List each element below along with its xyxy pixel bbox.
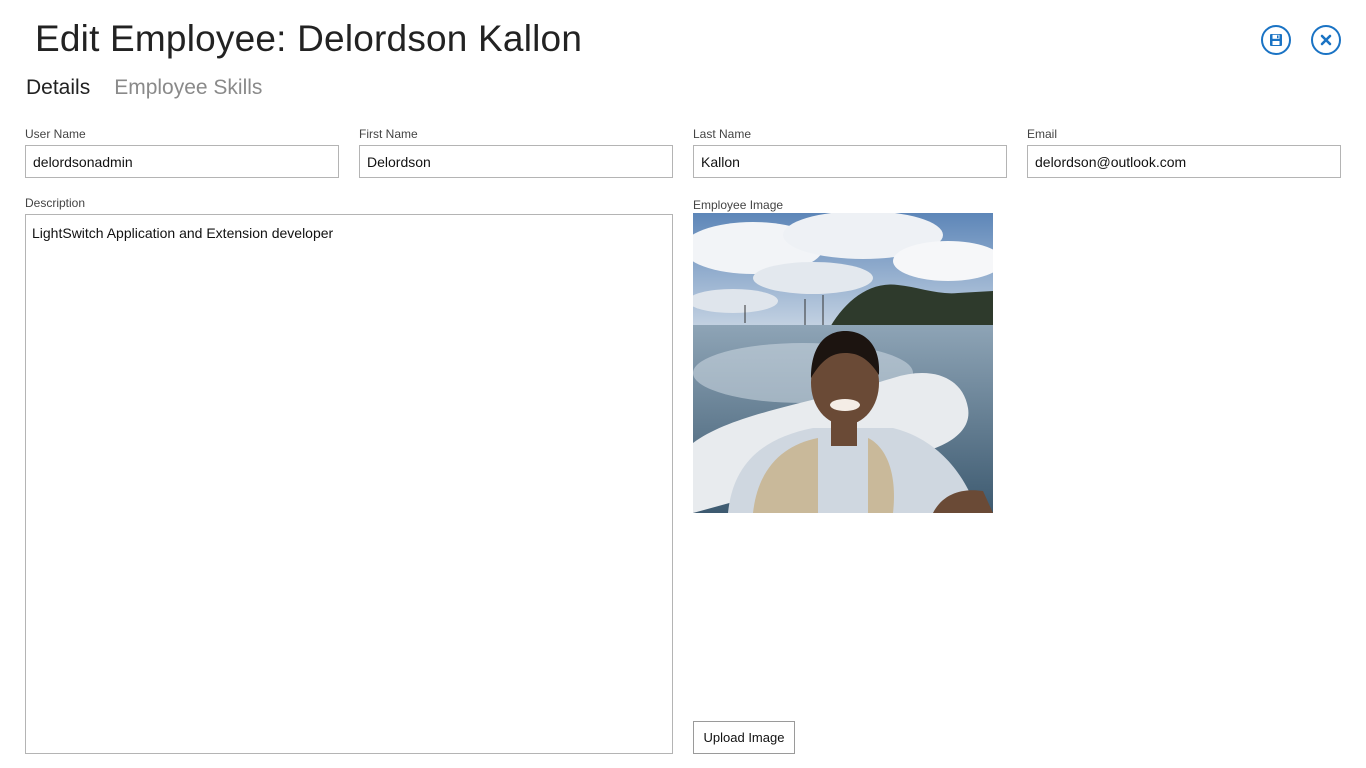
page-title: Edit Employee: Delordson Kallon	[35, 18, 583, 59]
tab-bar: Details Employee Skills	[26, 76, 262, 100]
tab-details[interactable]: Details	[26, 76, 90, 100]
first-name-label: First Name	[359, 127, 418, 141]
last-name-field[interactable]: Kallon	[693, 145, 1007, 178]
floppy-disk-icon	[1270, 34, 1282, 46]
tab-employee-skills[interactable]: Employee Skills	[114, 76, 262, 100]
user-name-field[interactable]: delordsonadmin	[25, 145, 339, 178]
employee-image-label: Employee Image	[693, 198, 784, 212]
first-name-field[interactable]: Delordson	[359, 145, 673, 178]
description-textarea[interactable]: LightSwitch Application and Extension de…	[25, 214, 673, 754]
upload-image-button[interactable]: Upload Image	[693, 721, 795, 754]
save-button[interactable]	[1261, 25, 1291, 55]
last-name-label: Last Name	[693, 127, 752, 141]
email-field[interactable]: delordson@outlook.com	[1027, 145, 1341, 178]
employee-photo	[693, 213, 993, 513]
description-label: Description	[25, 196, 86, 210]
edit-employee-screen: Edit Employee: Delordson Kallon Details …	[0, 0, 1366, 768]
close-button[interactable]	[1311, 25, 1341, 55]
user-name-label: User Name	[25, 127, 86, 141]
close-icon	[1320, 34, 1332, 46]
email-label: Email	[1027, 127, 1058, 141]
